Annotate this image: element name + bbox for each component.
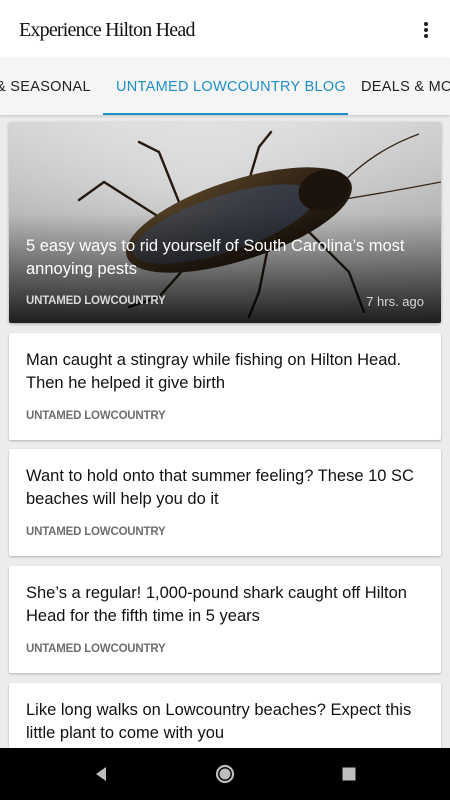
tab-seasonal[interactable]: & SEASONAL <box>0 58 91 115</box>
hero-section-label: UNTAMED LOWCOUNTRY <box>26 295 166 307</box>
article-card[interactable]: She’s a regular! 1,000-pound shark caugh… <box>9 566 441 673</box>
back-triangle-icon[interactable] <box>89 762 113 786</box>
article-card[interactable]: Want to hold onto that summer feeling? T… <box>9 449 441 556</box>
menu-dot <box>424 28 428 32</box>
article-headline: She’s a regular! 1,000-pound shark caugh… <box>26 584 407 625</box>
hero-headline: 5 easy ways to rid yourself of South Car… <box>26 237 405 278</box>
cockroach-photo <box>9 122 441 323</box>
article-headline: Want to hold onto that summer feeling? T… <box>26 467 414 508</box>
app-bar: Experience Hilton Head <box>0 0 450 58</box>
article-section-label: UNTAMED LOWCOUNTRY <box>26 410 166 422</box>
system-nav-bar <box>0 748 450 800</box>
menu-dot <box>424 34 428 38</box>
article-card[interactable]: Man caught a stingray while fishing on H… <box>9 333 441 440</box>
active-tab-indicator <box>103 113 348 115</box>
tab-deals[interactable]: DEALS & MO <box>361 58 450 115</box>
app-title: Experience Hilton Head <box>19 19 195 41</box>
hero-timestamp: 7 hrs. ago <box>366 294 424 309</box>
more-vert-icon[interactable] <box>412 16 440 44</box>
tab-bar: & SEASONAL UNTAMED LOWCOUNTRY BLOG DEALS… <box>0 58 450 115</box>
article-section-label: UNTAMED LOWCOUNTRY <box>26 643 166 655</box>
menu-dot <box>424 22 428 26</box>
article-headline: Man caught a stingray while fishing on H… <box>26 351 402 392</box>
tab-untamed-lowcountry-blog[interactable]: UNTAMED LOWCOUNTRY BLOG <box>116 58 346 115</box>
recents-square-icon[interactable] <box>337 762 361 786</box>
hero-article-card[interactable]: 5 easy ways to rid yourself of South Car… <box>9 122 441 323</box>
article-section-label: UNTAMED LOWCOUNTRY <box>26 526 166 538</box>
home-circle-icon[interactable] <box>213 762 237 786</box>
article-headline: Like long walks on Lowcountry beaches? E… <box>26 701 412 742</box>
